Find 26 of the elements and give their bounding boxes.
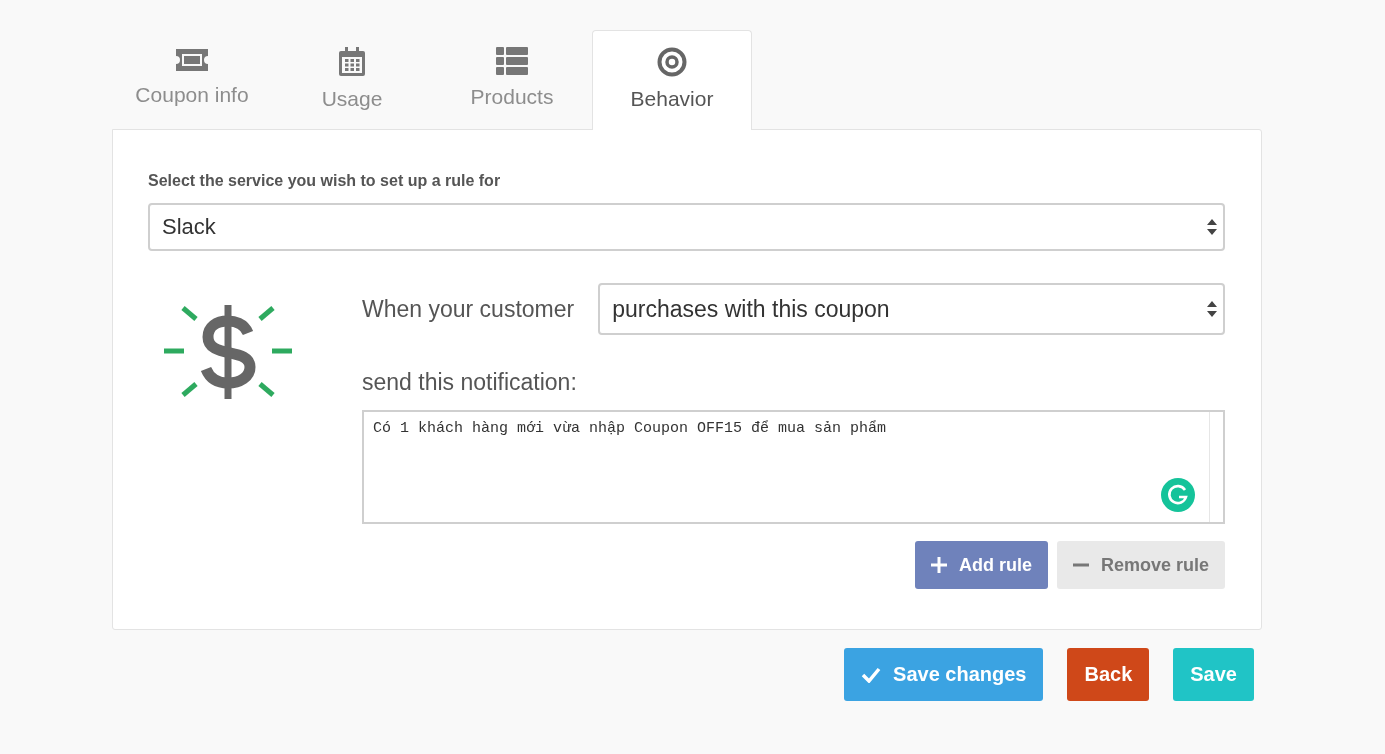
remove-rule-button[interactable]: Remove rule [1056,541,1225,589]
notification-label: send this notification: [362,369,578,396]
save-button[interactable]: Save [1173,648,1254,701]
back-button[interactable]: Back [1067,648,1150,701]
dropdown-arrows-icon [1207,217,1217,237]
minus-icon [1072,563,1089,567]
notification-field[interactable]: Có 1 khách hàng mới vừa nhập Coupon OFF15 để mua sản phẩm [362,410,1225,524]
plus-icon [930,557,947,573]
target-icon [657,47,687,77]
save-changes-button[interactable]: Save changes [844,648,1044,701]
dropdown-arrows-icon [1207,299,1217,319]
trigger-label: When your customer [362,295,575,323]
service-select[interactable]: Slack [148,203,1225,251]
ticket-icon [174,47,210,73]
tab[interactable]: Usage [272,30,432,129]
checkmark-icon [861,666,882,683]
tab[interactable]: Behavior [592,30,752,130]
list-icon [496,47,528,75]
dollar-sparkle-icon [164,303,292,401]
service-label: Select the service you wish to set up a rule for [148,172,502,190]
trigger-select[interactable]: purchases with this coupon [598,283,1225,335]
add-rule-button[interactable]: Add rule [914,541,1048,589]
calendar-icon [338,47,366,77]
tab[interactable]: Coupon info [112,30,272,129]
grammar-check-icon [1161,478,1195,512]
tab[interactable]: Products [432,30,592,129]
